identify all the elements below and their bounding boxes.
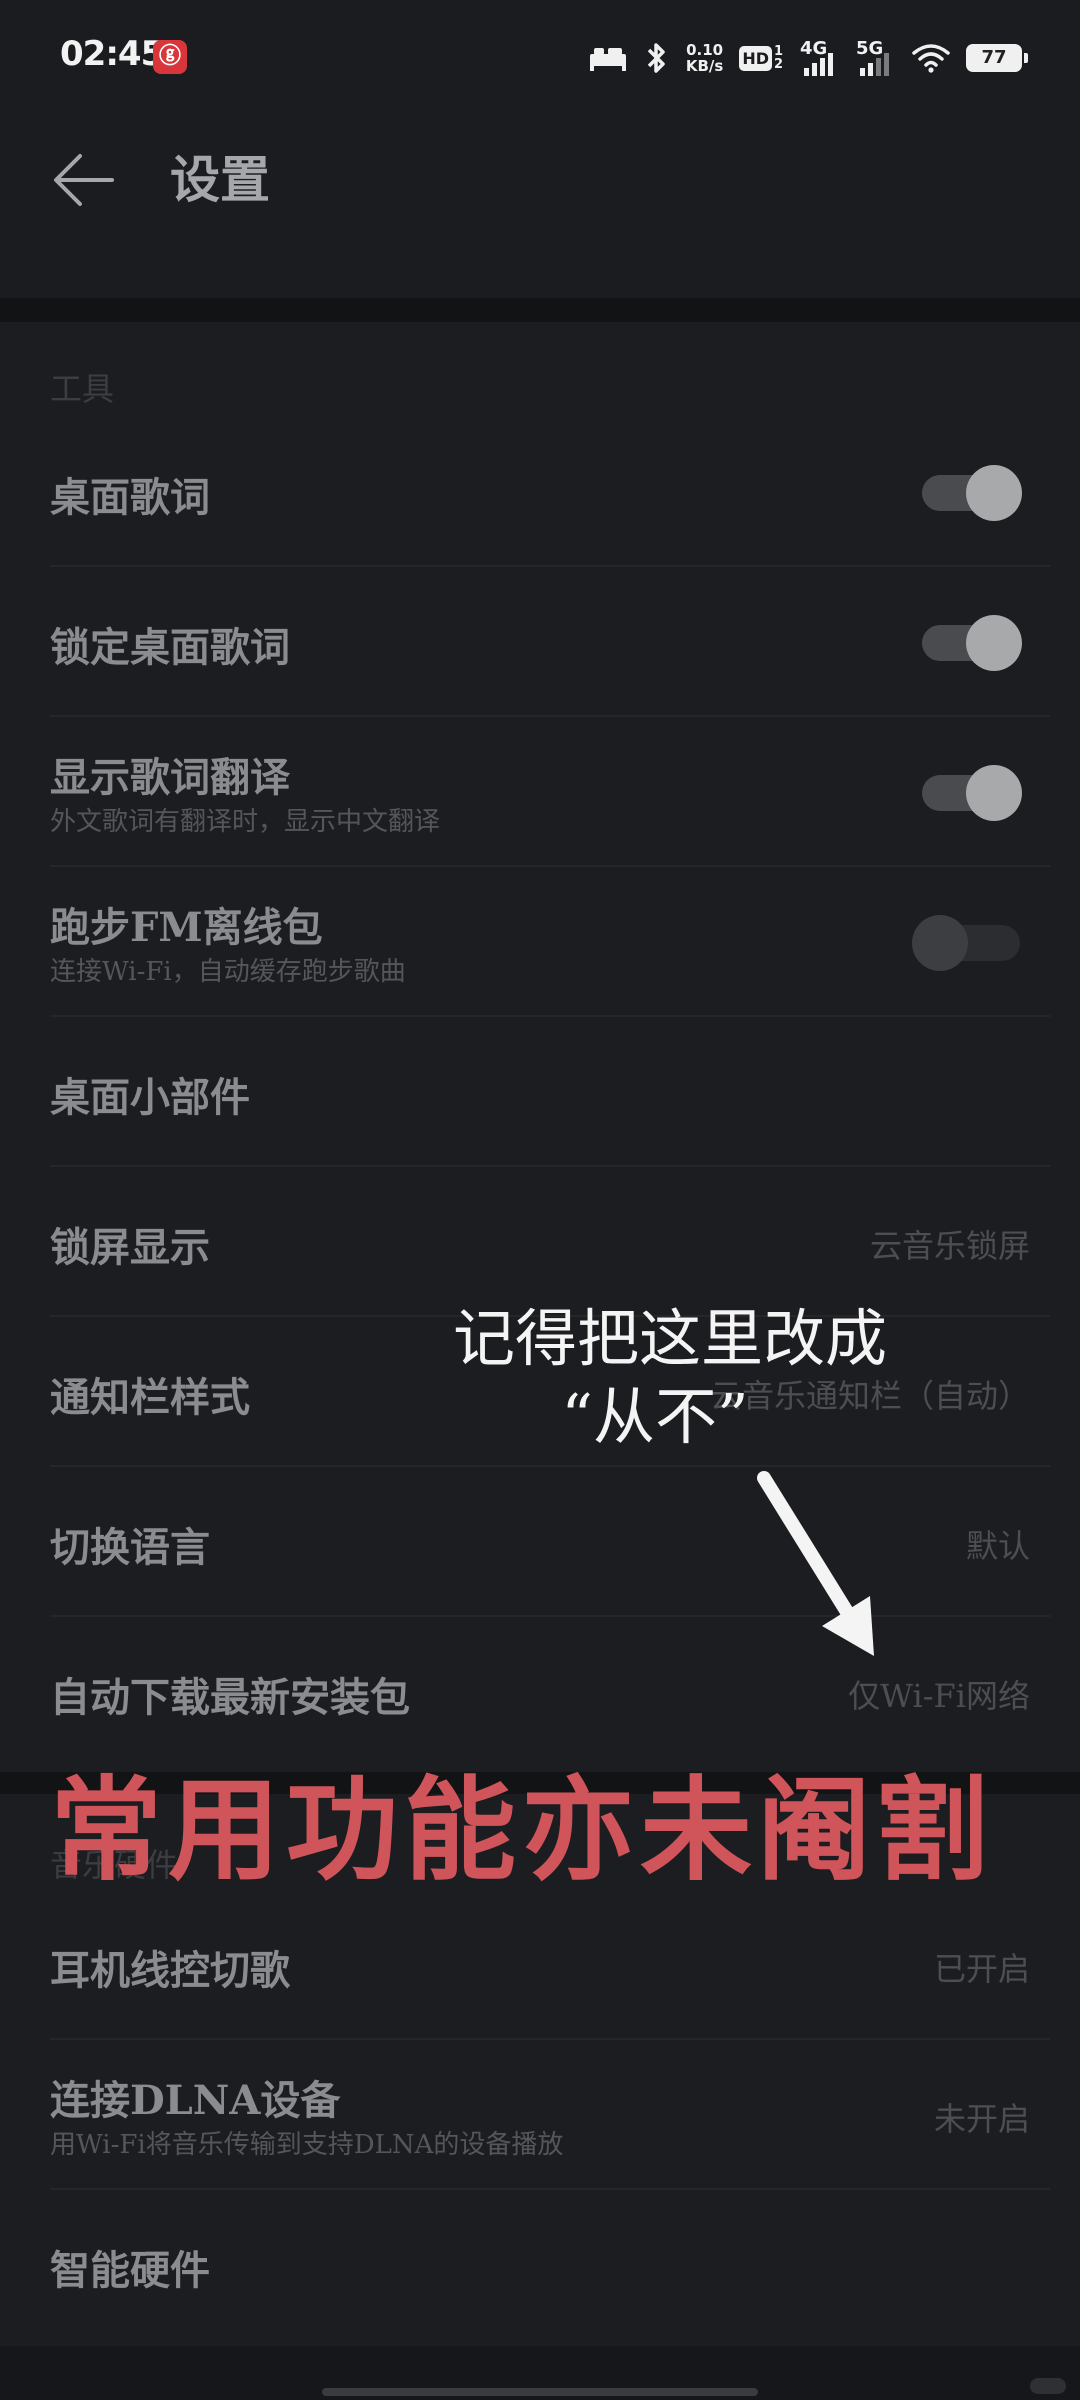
annotation-line-2: “从不”: [561, 1380, 749, 1453]
setting-description: 连接Wi-Fi，自动缓存跑步歌曲: [50, 957, 406, 987]
setting-label: 桌面小部件: [50, 1074, 250, 1121]
setting-row-lyrics-translation[interactable]: 显示歌词翻译 外文歌词有翻译时，显示中文翻译: [0, 717, 1080, 867]
status-time: 02:45: [60, 34, 164, 74]
annotation-note: 记得把这里改成 “从不”: [340, 1300, 1000, 1456]
network-speed-unit: KB/s: [685, 57, 724, 75]
setting-row-desktop-lyrics[interactable]: 桌面歌词: [0, 417, 1080, 567]
setting-label: 智能硬件: [50, 2247, 210, 2294]
setting-row-desktop-widget[interactable]: 桌面小部件: [0, 1017, 1080, 1167]
wifi-icon: [912, 44, 950, 73]
setting-label: 自动下载最新安装包: [50, 1674, 410, 1721]
hd-label: HD: [739, 45, 772, 71]
app-header: 设置: [0, 112, 1080, 298]
lock-desktop-lyrics-toggle[interactable]: [922, 615, 1022, 671]
bed-icon: [589, 48, 626, 71]
tools-section: 工具 桌面歌词 锁定桌面歌词 显示歌词翻译 外文歌词有翻译时，显示中文翻译 跑步…: [0, 322, 1080, 1772]
hd-voice-icon: HD 1 2: [739, 45, 784, 71]
setting-label: 显示歌词翻译: [50, 754, 290, 801]
setting-description: 外文歌词有翻译时，显示中文翻译: [50, 807, 441, 837]
setting-row-lock-screen-display[interactable]: 锁屏显示 云音乐锁屏: [0, 1167, 1080, 1317]
signal-4g-icon: 4G: [800, 38, 840, 76]
hd-sub-label: 1 2: [774, 44, 784, 72]
setting-label: 通知栏样式: [50, 1374, 250, 1421]
setting-row-dlna[interactable]: 连接DLNA设备 用Wi-Fi将音乐传输到支持DLNA的设备播放 未开启: [0, 2040, 1080, 2190]
annotation-banner: 常用功能亦未阉割: [50, 1766, 994, 1896]
setting-row-language[interactable]: 切换语言 默认: [0, 1467, 1080, 1617]
lyrics-translation-toggle[interactable]: [922, 765, 1022, 821]
setting-value: 已开启: [933, 1950, 1030, 1988]
signal-5g-icon: 5G: [856, 38, 896, 76]
arrow-left-icon: [54, 154, 114, 206]
section-title-tools: 工具: [50, 370, 115, 408]
setting-label: 耳机线控切歌: [50, 1947, 290, 1994]
setting-description: 用Wi-Fi将音乐传输到支持DLNA的设备播放: [50, 2130, 564, 2160]
annotation-line-1: 记得把这里改成: [452, 1302, 887, 1375]
setting-label: 跑步FM离线包: [50, 904, 323, 951]
setting-label: 连接DLNA设备: [50, 2077, 341, 2124]
setting-label: 桌面歌词: [50, 474, 210, 521]
setting-row-running-fm-offline[interactable]: 跑步FM离线包 连接Wi-Fi，自动缓存跑步歌曲: [0, 867, 1080, 1017]
setting-row-lock-desktop-lyrics[interactable]: 锁定桌面歌词: [0, 567, 1080, 717]
setting-value: 仅Wi-Fi网络: [848, 1677, 1030, 1715]
section-gap: [0, 298, 1080, 322]
home-indicator[interactable]: [322, 2388, 758, 2396]
back-button[interactable]: [46, 142, 122, 218]
status-icons: 0.10 KB/s HD 1 2 4G 5G 77: [588, 38, 1028, 78]
status-bar: 02:45 ⓖ 0.10 KB/s HD 1 2 4G 5G 77: [0, 0, 1080, 112]
setting-row-smart-hardware[interactable]: 智能硬件: [0, 2190, 1080, 2340]
netease-music-notification-icon: ⓖ: [153, 40, 187, 74]
setting-label: 锁定桌面歌词: [50, 624, 290, 671]
annotation-arrow-icon: [757, 1471, 874, 1656]
watermark-badge: [1030, 2378, 1066, 2394]
setting-value: 未开启: [933, 2100, 1030, 2138]
battery-icon: 77: [966, 44, 1028, 72]
desktop-lyrics-toggle[interactable]: [922, 465, 1022, 521]
bluetooth-icon: [647, 43, 665, 73]
network-speed: 0.10 KB/s: [686, 42, 723, 74]
setting-value: 默认: [965, 1527, 1030, 1565]
network-speed-value: 0.10: [686, 41, 724, 59]
setting-value: 云音乐锁屏: [869, 1227, 1030, 1265]
setting-label: 切换语言: [50, 1524, 210, 1571]
page-title: 设置: [170, 150, 270, 209]
setting-row-headset-control[interactable]: 耳机线控切歌 已开启: [0, 1890, 1080, 2040]
running-fm-offline-toggle[interactable]: [912, 915, 1022, 971]
setting-label: 锁屏显示: [50, 1224, 210, 1271]
